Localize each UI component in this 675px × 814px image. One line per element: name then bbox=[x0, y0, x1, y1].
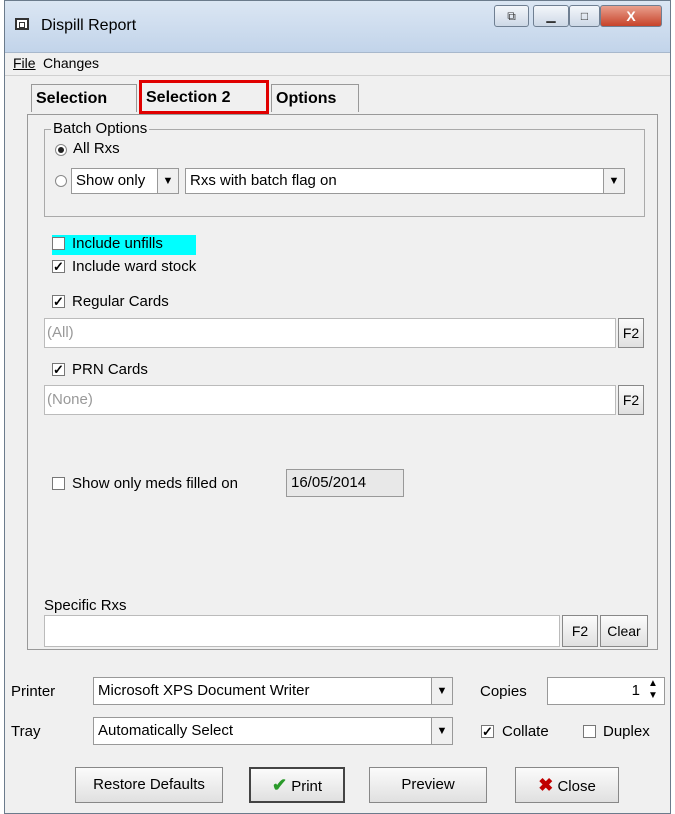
menu-file[interactable]: File bbox=[13, 55, 36, 71]
prn-cards-field[interactable]: (None) bbox=[44, 385, 616, 415]
prn-cards-label: PRN Cards bbox=[72, 361, 148, 378]
preview-label: Preview bbox=[401, 776, 455, 793]
duplex-label: Duplex bbox=[603, 723, 650, 740]
restore-defaults-button[interactable]: Restore Defaults bbox=[75, 767, 223, 803]
regular-cards-f2-button[interactable]: F2 bbox=[618, 318, 644, 348]
checkmark-icon: ✔ bbox=[271, 775, 288, 795]
close-window-button[interactable]: X bbox=[600, 5, 662, 27]
window-title: Dispill Report bbox=[41, 17, 137, 34]
spin-arrows-icon[interactable]: ▲ ▼ bbox=[644, 678, 662, 702]
regular-cards-label: Regular Cards bbox=[72, 293, 169, 310]
maximize-button[interactable]: □ bbox=[569, 5, 600, 27]
selection-2-panel: Batch Options All Rxs Show only ▼ Rxs wi… bbox=[27, 114, 658, 650]
batch-options-label: Batch Options bbox=[51, 120, 150, 137]
tray-label: Tray bbox=[11, 723, 41, 740]
printer-value: Microsoft XPS Document Writer bbox=[98, 682, 310, 699]
specific-rxs-field[interactable] bbox=[44, 615, 560, 647]
print-button[interactable]: ✔ Print bbox=[249, 767, 345, 803]
batch-flag-value: Rxs with batch flag on bbox=[190, 172, 337, 189]
filled-on-date-field[interactable]: 16/05/2014 bbox=[286, 469, 404, 497]
copies-stepper[interactable]: 1 ▲ ▼ bbox=[547, 677, 665, 705]
menu-changes[interactable]: Changes bbox=[43, 55, 99, 71]
chevron-down-icon: ▼ bbox=[431, 718, 452, 744]
chevron-down-icon: ▼ bbox=[157, 169, 178, 193]
batch-options-group: Batch Options All Rxs Show only ▼ Rxs wi… bbox=[44, 120, 645, 217]
tab-strip: Selection Options Selection 2 bbox=[5, 75, 670, 115]
tray-value: Automatically Select bbox=[98, 722, 234, 739]
close-label: Close bbox=[557, 778, 596, 795]
preview-button[interactable]: Preview bbox=[369, 767, 487, 803]
specific-rxs-clear-button[interactable]: Clear bbox=[600, 615, 648, 647]
show-only-select[interactable]: Show only ▼ bbox=[71, 168, 179, 194]
copies-label: Copies bbox=[480, 683, 527, 700]
specific-rxs-f2-button[interactable]: F2 bbox=[562, 615, 598, 647]
include-ward-stock-checkbox[interactable]: ✓ bbox=[52, 260, 65, 273]
include-unfills-label: Include unfills bbox=[72, 235, 163, 252]
dispill-report-window: Dispill Report ⧉ ▁ □ X File Changes Sele… bbox=[4, 0, 671, 814]
copies-value: 1 bbox=[631, 682, 640, 699]
regular-cards-checkbox[interactable]: ✓ bbox=[52, 295, 65, 308]
all-rxs-label: All Rxs bbox=[73, 140, 120, 157]
tab-options[interactable]: Options bbox=[271, 84, 359, 112]
duplex-checkbox[interactable] bbox=[583, 725, 596, 738]
all-rxs-radio[interactable] bbox=[55, 144, 67, 156]
app-icon bbox=[15, 18, 29, 30]
tab-selection-2[interactable]: Selection 2 bbox=[139, 80, 269, 114]
close-icon: X bbox=[626, 8, 636, 24]
specific-rxs-label: Specific Rxs bbox=[44, 597, 127, 614]
tray-select[interactable]: Automatically Select ▼ bbox=[93, 717, 453, 745]
include-unfills-checkbox[interactable] bbox=[52, 237, 65, 250]
menu-bar: File Changes bbox=[5, 53, 670, 76]
prn-cards-f2-button[interactable]: F2 bbox=[618, 385, 644, 415]
close-button[interactable]: ✖ Close bbox=[515, 767, 619, 803]
show-only-radio[interactable] bbox=[55, 175, 67, 187]
collate-checkbox[interactable]: ✓ bbox=[481, 725, 494, 738]
batch-flag-select[interactable]: Rxs with batch flag on ▼ bbox=[185, 168, 625, 194]
include-ward-stock-label: Include ward stock bbox=[72, 258, 197, 275]
print-label: Print bbox=[291, 778, 323, 795]
printer-select[interactable]: Microsoft XPS Document Writer ▼ bbox=[93, 677, 453, 705]
collate-label: Collate bbox=[502, 723, 549, 740]
close-x-icon: ✖ bbox=[538, 775, 554, 795]
prn-cards-checkbox[interactable]: ✓ bbox=[52, 363, 65, 376]
show-only-meds-checkbox[interactable] bbox=[52, 477, 65, 490]
tab-selection[interactable]: Selection bbox=[31, 84, 137, 112]
minimize-button[interactable]: ▁ bbox=[533, 5, 569, 27]
show-only-value: Show only bbox=[76, 172, 146, 189]
restore-window-button[interactable]: ⧉ bbox=[494, 5, 529, 27]
chevron-down-icon: ▼ bbox=[603, 169, 624, 193]
title-bar: Dispill Report ⧉ ▁ □ X bbox=[5, 1, 670, 53]
chevron-down-icon: ▼ bbox=[431, 678, 452, 704]
regular-cards-field[interactable]: (All) bbox=[44, 318, 616, 348]
restore-defaults-label: Restore Defaults bbox=[93, 776, 205, 793]
show-only-meds-label: Show only meds filled on bbox=[72, 475, 238, 492]
printer-label: Printer bbox=[11, 683, 56, 700]
